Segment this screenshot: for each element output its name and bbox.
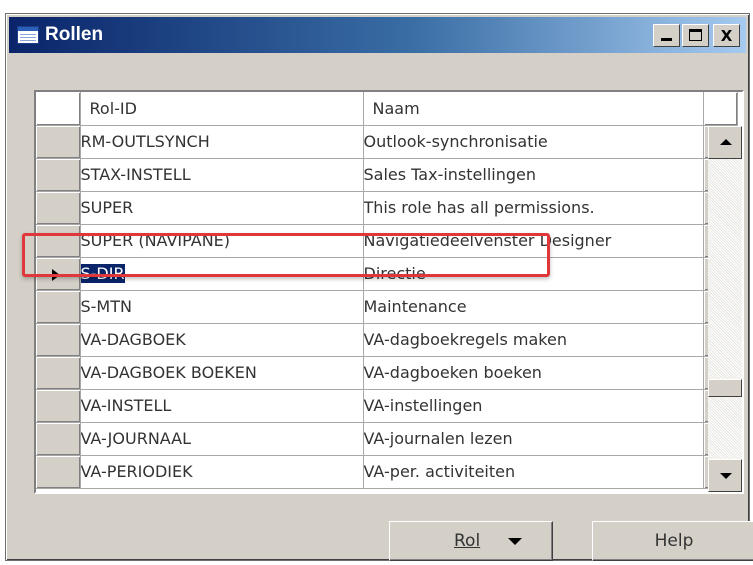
cell-naam[interactable]: Directie [363,257,704,291]
rol-id-text: SUPER (NAVIPANE) [80,231,231,250]
rollen-window: Rollen X Rol-ID Naam RM-OUTLSYNCH Outlook… [5,13,753,561]
rol-id-text: VA-INSTELL [80,396,172,415]
row-selector[interactable] [36,224,81,258]
row-selector[interactable] [36,455,81,489]
table-row[interactable]: SUPER This role has all permissions. [36,191,738,225]
rol-id-text: S-DIR [80,264,125,283]
cell-rol-id[interactable]: SUPER [80,191,364,225]
maximize-icon [689,29,702,41]
table-icon [17,26,39,44]
dropdown-arrow-icon [508,538,522,545]
roles-grid: Rol-ID Naam RM-OUTLSYNCH Outlook-synchron… [34,90,744,494]
table-row[interactable]: S-MTN Maintenance [36,290,738,324]
table-row[interactable]: VA-DAGBOEK VA-dagboekregels maken [36,323,738,357]
vertical-scrollbar[interactable] [708,126,742,492]
row-selector[interactable] [36,290,81,324]
row-selector[interactable] [36,356,81,390]
scroll-up-button[interactable] [708,126,742,159]
rol-id-text: SUPER [80,198,134,217]
cell-rol-id[interactable]: S-MTN [80,290,364,324]
table-row[interactable]: VA-PERIODIEK VA-per. activiteiten [36,455,738,489]
cell-naam[interactable]: Sales Tax-instellingen [363,158,704,192]
roles-table: Rol-ID Naam RM-OUTLSYNCH Outlook-synchron… [36,92,738,489]
help-button-label: Help [654,531,694,551]
corner-header[interactable] [36,92,81,126]
header-row: Rol-ID Naam [36,92,738,126]
minimize-icon [661,38,672,41]
scroll-down-button[interactable] [708,459,742,492]
scroll-thumb[interactable] [708,379,742,397]
cell-rol-id[interactable]: SUPER (NAVIPANE) [80,224,364,258]
cell-naam[interactable]: VA-instellingen [363,389,704,423]
help-button[interactable]: Help [592,521,753,561]
window-controls: X [653,24,740,47]
rol-id-text: RM-OUTLSYNCH [80,132,210,151]
rol-id-text: VA-JOURNAAL [80,429,192,448]
row-selector[interactable] [36,191,81,225]
cell-rol-id[interactable]: STAX-INSTELL [80,158,364,192]
row-selector[interactable] [36,158,81,192]
row-selector[interactable] [36,389,81,423]
cell-naam[interactable]: VA-dagboeken boeken [363,356,704,390]
rol-button-label: Rol [454,531,481,551]
rol-id-text: STAX-INSTELL [80,165,191,184]
table-row[interactable]: VA-JOURNAAL VA-journalen lezen [36,422,738,456]
cell-naam[interactable]: VA-per. activiteiten [363,455,704,489]
cell-naam[interactable]: Outlook-synchronisatie [363,125,704,159]
cell-rol-id[interactable]: VA-DAGBOEK [80,323,364,357]
close-button[interactable]: X [713,24,740,47]
table-row[interactable]: SUPER (NAVIPANE) Navigatiedeelvenster Des… [36,224,738,258]
grid-body: RM-OUTLSYNCH Outlook-synchronisatie STAX-I… [36,125,738,489]
cell-naam[interactable]: This role has all permissions. [363,191,704,225]
cell-rol-id[interactable]: RM-OUTLSYNCH [80,125,364,159]
cell-naam[interactable]: Navigatiedeelvenster Designer [363,224,704,258]
table-row[interactable]: STAX-INSTELL Sales Tax-instellingen [36,158,738,192]
header-end-cell [703,92,738,126]
table-row[interactable]: VA-INSTELL VA-instellingen [36,389,738,423]
window-title: Rollen [45,24,104,45]
rol-menu-button[interactable]: Rol [389,521,553,561]
rol-id-text: VA-PERIODIEK [80,462,193,481]
cell-rol-id[interactable]: S-DIR [80,257,364,291]
cell-rol-id[interactable]: VA-JOURNAAL [80,422,364,456]
title-bar[interactable]: Rollen X [9,17,746,53]
arrow-down-icon [720,473,732,479]
arrow-up-icon [720,139,732,145]
table-row[interactable]: RM-OUTLSYNCH Outlook-synchronisatie [36,125,738,159]
cell-rol-id[interactable]: VA-INSTELL [80,389,364,423]
minimize-button[interactable] [653,24,680,47]
table-row[interactable]: S-DIR Directie [36,257,738,291]
cell-naam[interactable]: Maintenance [363,290,704,324]
cell-naam[interactable]: VA-dagboekregels maken [363,323,704,357]
rol-id-text: S-MTN [80,297,132,316]
column-header-rol-id[interactable]: Rol-ID [80,92,364,126]
table-row[interactable]: VA-DAGBOEK BOEKEN VA-dagboeken boeken [36,356,738,390]
cell-naam[interactable]: VA-journalen lezen [363,422,704,456]
rol-id-text: VA-DAGBOEK [80,330,186,349]
cell-rol-id[interactable]: VA-DAGBOEK BOEKEN [80,356,364,390]
close-icon: X [720,26,733,45]
row-selector[interactable] [36,125,81,159]
maximize-button[interactable] [682,24,709,47]
rol-id-text: VA-DAGBOEK BOEKEN [80,363,257,382]
column-header-naam[interactable]: Naam [363,92,704,126]
current-row-icon [52,268,60,281]
row-selector[interactable] [36,323,81,357]
row-selector[interactable] [36,257,81,291]
cell-rol-id[interactable]: VA-PERIODIEK [80,455,364,489]
row-selector[interactable] [36,422,81,456]
